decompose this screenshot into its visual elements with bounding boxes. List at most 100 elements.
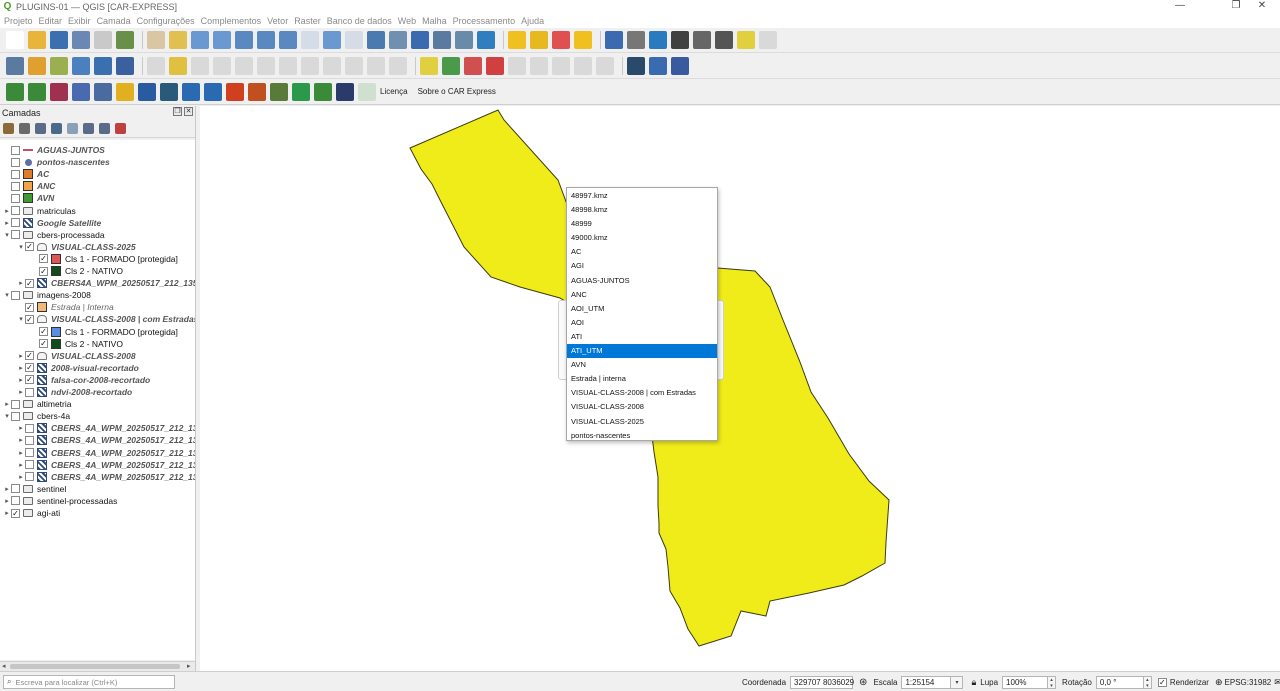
- layer-row[interactable]: ▸ ✓ falsa-cor-2008-recortado: [0, 374, 195, 386]
- highlight-pinned-icon[interactable]: [464, 56, 482, 75]
- toggle-extents-icon[interactable]: ⊛: [859, 677, 867, 688]
- car-plugin-7-icon[interactable]: [138, 82, 156, 101]
- expand-arrow-icon[interactable]: ▸: [3, 219, 11, 227]
- car-plugin-5-icon[interactable]: [94, 82, 112, 101]
- crs-label[interactable]: EPSG:31982: [1225, 678, 1272, 687]
- open-styling-icon[interactable]: [3, 122, 14, 134]
- dropdown-option[interactable]: VISUAL-CLASS-2025: [567, 415, 717, 429]
- layer-visibility-checkbox[interactable]: [25, 460, 34, 470]
- layer-row[interactable]: ✓ Estrada | Interna: [0, 301, 195, 313]
- car-plugin-2-icon[interactable]: [28, 82, 46, 101]
- lock-scale-icon[interactable]: 🔒︎: [971, 677, 976, 688]
- layer-row[interactable]: ▸ matriculas: [0, 205, 195, 217]
- zoom-full-icon[interactable]: [235, 31, 253, 49]
- layer-row[interactable]: ▾ ✓ VISUAL-CLASS-2025: [0, 241, 195, 253]
- minimize-button[interactable]: —: [1160, 0, 1200, 13]
- menu-vetor[interactable]: Vetor: [267, 16, 288, 26]
- layer-row[interactable]: ▸ CBERS_4A_WPM_20250517_212_135_L4_BAND0: [0, 471, 195, 483]
- layer-row[interactable]: ANC: [0, 180, 195, 192]
- layer-visibility-checkbox[interactable]: [11, 181, 20, 191]
- layer-visibility-checkbox[interactable]: [11, 145, 20, 155]
- expand-arrow-icon[interactable]: ▸: [3, 485, 11, 493]
- layers-tree[interactable]: AGUAS-JUNTOS pontos-nascentes AC ANC AVN ▸ mat…: [0, 140, 195, 660]
- label-abc-icon[interactable]: [486, 56, 504, 75]
- car-plugin-15-icon[interactable]: [314, 82, 332, 101]
- scroll-right-arrow-icon[interactable]: ▸: [187, 662, 191, 670]
- expand-arrow-icon[interactable]: ▸: [17, 461, 25, 469]
- car-plugin-17-icon[interactable]: [358, 82, 376, 101]
- zoom-layer-icon[interactable]: [279, 31, 297, 49]
- scale-field[interactable]: 1:25154: [901, 675, 952, 689]
- collapse-arrow-icon[interactable]: ▾: [17, 315, 25, 323]
- field-calc-icon[interactable]: [693, 31, 711, 49]
- float-panel-icon[interactable]: ❐: [173, 107, 182, 116]
- pan-icon[interactable]: [147, 31, 165, 49]
- layer-visibility-checkbox[interactable]: ✓: [39, 254, 48, 264]
- menu-editar[interactable]: Editar: [39, 16, 63, 26]
- menu-malha[interactable]: Malha: [422, 16, 447, 26]
- layer-row[interactable]: ▸ ✓ agi-ati: [0, 507, 195, 519]
- layer-row[interactable]: ▾ cbers-4a: [0, 410, 195, 422]
- add-group-icon[interactable]: [19, 122, 30, 134]
- layer-visibility-checkbox[interactable]: ✓: [25, 363, 34, 373]
- paste-features-icon[interactable]: [345, 56, 363, 75]
- car-plugin-11-icon[interactable]: [226, 82, 244, 101]
- layer-visibility-checkbox[interactable]: [11, 484, 20, 494]
- collapse-arrow-icon[interactable]: ▾: [3, 231, 11, 239]
- zoom-native-icon[interactable]: [301, 31, 319, 49]
- car-plugin-1-icon[interactable]: [6, 82, 24, 101]
- expand-arrow-icon[interactable]: ▸: [3, 509, 11, 517]
- layer-row[interactable]: ▸ CBERS_4A_WPM_20250517_212_135_L4_BAND3: [0, 447, 195, 459]
- layer-row[interactable]: ▸ sentinel: [0, 483, 195, 495]
- select-by-value-icon[interactable]: [530, 31, 548, 49]
- magnifier-spinner[interactable]: ▴ ▾: [1048, 675, 1057, 689]
- mapswipe-icon[interactable]: [627, 56, 645, 75]
- new-map-view-icon[interactable]: [367, 31, 385, 49]
- car-plugin-13-icon[interactable]: [270, 82, 288, 101]
- close-window-button[interactable]: ✕: [1242, 0, 1280, 13]
- layer-visibility-checkbox[interactable]: [11, 290, 20, 300]
- digitize-icon[interactable]: [213, 56, 231, 75]
- layer-row[interactable]: ▸ CBERS_4A_WPM_20250517_212_135_L4_BAND4: [0, 459, 195, 471]
- print-layout-icon[interactable]: [94, 31, 112, 49]
- dropdown-option[interactable]: AVN: [567, 358, 717, 372]
- filter-expression-icon[interactable]: [67, 122, 78, 134]
- deselect-icon[interactable]: [552, 31, 570, 49]
- license-button[interactable]: Licença: [380, 87, 408, 96]
- layer-row[interactable]: ▾ imagens-2008: [0, 289, 195, 301]
- delete-selected-icon[interactable]: [279, 56, 297, 75]
- zoom-next-icon[interactable]: [345, 31, 363, 49]
- zoom-out-icon[interactable]: [213, 31, 231, 49]
- layer-visibility-checkbox[interactable]: ✓: [25, 278, 34, 288]
- label-toolbar-icon[interactable]: [420, 56, 438, 75]
- menu-raster[interactable]: Raster: [294, 16, 321, 26]
- layer-row[interactable]: ▸ altimetria: [0, 398, 195, 410]
- layer-row[interactable]: ▸ ndvi-2008-recortado: [0, 386, 195, 398]
- layer-row[interactable]: ▸ ✓ VISUAL-CLASS-2008: [0, 350, 195, 362]
- dropdown-option[interactable]: AC: [567, 245, 717, 259]
- expand-arrow-icon[interactable]: ▸: [3, 207, 11, 215]
- magnifier-field[interactable]: 100%: [1002, 675, 1049, 689]
- car-plugin-12-icon[interactable]: [248, 82, 266, 101]
- collapse-arrow-icon[interactable]: ▾: [17, 243, 25, 251]
- refresh-icon[interactable]: [477, 31, 495, 49]
- car-plugin-16-icon[interactable]: [336, 82, 354, 101]
- collapse-arrow-icon[interactable]: ▾: [3, 412, 11, 420]
- pin-label-icon[interactable]: [508, 56, 526, 75]
- car-plugin-9-icon[interactable]: [182, 82, 200, 101]
- add-vector-icon[interactable]: [116, 56, 134, 75]
- zoom-last-icon[interactable]: [323, 31, 341, 49]
- select-location-icon[interactable]: [574, 31, 592, 49]
- layer-visibility-checkbox[interactable]: [11, 157, 20, 167]
- new-project-icon[interactable]: [6, 31, 24, 49]
- layer-visibility-checkbox[interactable]: ✓: [11, 508, 20, 518]
- collapse-arrow-icon[interactable]: ▾: [3, 291, 11, 299]
- layer-visibility-checkbox[interactable]: [11, 193, 20, 203]
- locator-search-input[interactable]: ⌕ Escreva para localizar (Ctrl+K): [3, 675, 175, 689]
- change-label-icon[interactable]: [596, 56, 614, 75]
- menu-exibir[interactable]: Exibir: [68, 16, 91, 26]
- filter-legend-icon[interactable]: [51, 122, 62, 134]
- layer-row[interactable]: ▸✓ CBERS4A_WPM_20250517_212_135_L4_BAND: [0, 277, 195, 289]
- expand-arrow-icon[interactable]: ▸: [17, 436, 25, 444]
- layer-visibility-checkbox[interactable]: [11, 399, 20, 409]
